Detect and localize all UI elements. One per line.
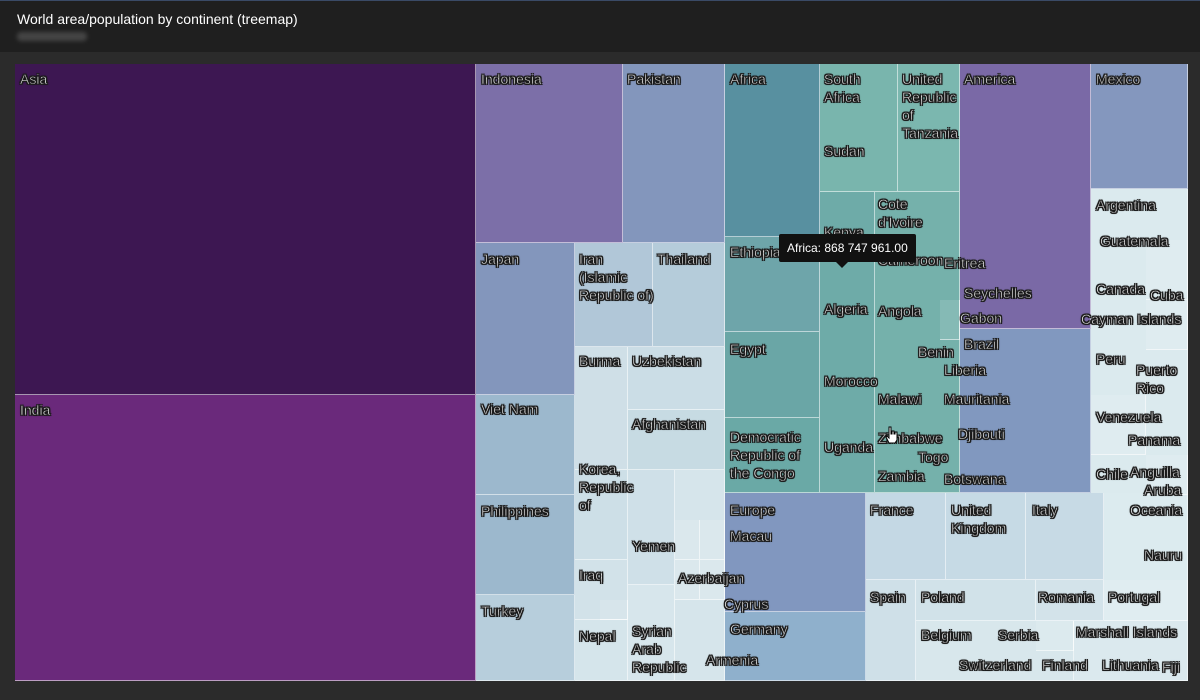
treemap-cell[interactable] bbox=[653, 243, 725, 347]
treemap-leaf[interactable] bbox=[1146, 300, 1188, 350]
blurred-subtitle bbox=[17, 32, 87, 41]
treemap-cell[interactable] bbox=[15, 395, 476, 681]
treemap-cell[interactable] bbox=[628, 585, 675, 681]
treemap-cell[interactable] bbox=[575, 470, 628, 560]
treemap-leaf[interactable] bbox=[700, 560, 725, 600]
treemap-cell[interactable] bbox=[960, 329, 1091, 493]
treemap-cell[interactable] bbox=[15, 64, 476, 395]
treemap-cell[interactable] bbox=[1026, 493, 1104, 580]
treemap-cell[interactable] bbox=[1091, 64, 1188, 189]
treemap-leaf[interactable] bbox=[1091, 395, 1146, 455]
hand-pointer-icon bbox=[885, 426, 898, 444]
treemap-cell[interactable] bbox=[623, 64, 725, 243]
treemap-cell[interactable] bbox=[476, 64, 623, 243]
treemap-leaf[interactable] bbox=[700, 520, 725, 560]
treemap-cell[interactable] bbox=[866, 580, 916, 681]
treemap-cell[interactable] bbox=[916, 580, 1036, 621]
treemap-cell[interactable] bbox=[575, 347, 628, 470]
treemap-cell[interactable] bbox=[946, 493, 1026, 580]
treemap-leaf[interactable] bbox=[675, 560, 700, 600]
treemap-cell[interactable] bbox=[960, 64, 1091, 329]
treemap-leaf[interactable] bbox=[1146, 240, 1188, 300]
treemap-chart[interactable]: Asia India Indonesia Pakistan Japan Iran (Isl… bbox=[15, 64, 1188, 681]
bottom-strip bbox=[0, 684, 1200, 700]
treemap-cell[interactable] bbox=[725, 418, 820, 493]
treemap-cell[interactable] bbox=[628, 347, 725, 410]
treemap-leaf[interactable] bbox=[1104, 580, 1188, 621]
treemap-leaf[interactable] bbox=[1146, 455, 1188, 495]
treemap-cell[interactable] bbox=[898, 64, 960, 192]
treemap-cell[interactable] bbox=[628, 410, 725, 470]
treemap-leaf[interactable] bbox=[600, 600, 628, 620]
hover-tooltip: Africa: 868 747 961.00 bbox=[779, 234, 916, 262]
tooltip-arrow bbox=[836, 262, 848, 268]
chart-title: World area/population by continent (tree… bbox=[17, 11, 298, 27]
treemap-leaf[interactable] bbox=[1036, 621, 1074, 651]
treemap-cell[interactable] bbox=[476, 595, 575, 681]
treemap-cell[interactable] bbox=[1074, 621, 1188, 681]
treemap-cell[interactable] bbox=[725, 332, 820, 418]
treemap-cell[interactable] bbox=[725, 64, 820, 237]
treemap-cell[interactable] bbox=[628, 470, 675, 585]
treemap-cell[interactable] bbox=[820, 64, 898, 192]
treemap-cell[interactable] bbox=[725, 612, 866, 681]
treemap-cell[interactable] bbox=[476, 243, 575, 395]
treemap-cell[interactable] bbox=[866, 493, 946, 580]
treemap-leaf[interactable] bbox=[675, 520, 700, 560]
treemap-cell[interactable] bbox=[476, 395, 575, 495]
chart-header: World area/population by continent (tree… bbox=[0, 0, 1200, 52]
treemap-cell[interactable] bbox=[575, 620, 628, 681]
treemap-cell[interactable] bbox=[725, 493, 866, 612]
treemap-cell[interactable] bbox=[476, 495, 575, 595]
treemap-cell[interactable] bbox=[575, 243, 653, 347]
treemap-leaf[interactable] bbox=[940, 300, 960, 340]
treemap-cell[interactable] bbox=[1036, 580, 1104, 621]
